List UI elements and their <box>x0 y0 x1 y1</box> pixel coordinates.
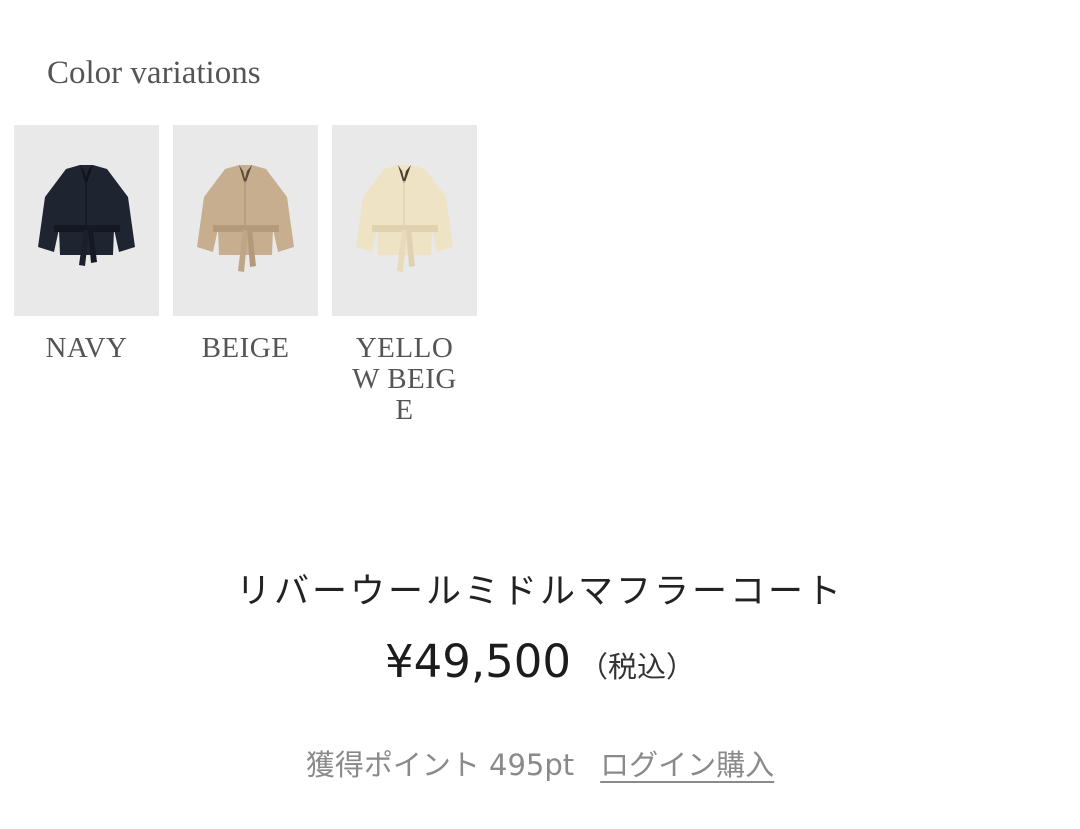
coat-image-yellow-beige <box>356 165 453 272</box>
color-option-navy[interactable]: NAVY <box>14 125 159 364</box>
login-purchase-link[interactable]: ログイン購入 <box>600 748 774 782</box>
points-label: 獲得ポイント 495pt <box>305 748 575 782</box>
tax-note: （税込） <box>579 650 696 684</box>
section-title: Color variations <box>47 55 261 91</box>
product-price: ¥49,500 <box>384 635 572 688</box>
color-option-beige[interactable]: BEIGE <box>173 125 318 364</box>
color-name: NAVY <box>45 332 128 364</box>
points-row: 獲得ポイント 495pt ログイン購入 <box>0 742 1080 784</box>
product-thumbnail-beige <box>173 125 318 316</box>
color-name: YELLOW BEIGE <box>352 332 457 426</box>
color-name: BEIGE <box>201 332 290 364</box>
product-thumbnail-yellow-beige <box>332 125 477 316</box>
price-row: ¥49,500 （税込） <box>0 635 1080 688</box>
color-option-yellow-beige[interactable]: YELLOW BEIGE <box>332 125 477 426</box>
product-thumbnail-navy <box>14 125 159 316</box>
product-name: リバーウールミドルマフラーコート <box>235 572 844 612</box>
coat-image-beige <box>197 165 294 272</box>
coat-image-navy <box>38 165 135 266</box>
